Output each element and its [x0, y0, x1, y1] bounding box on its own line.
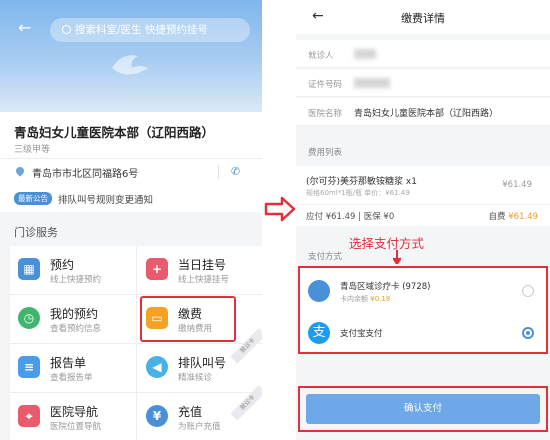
service-subtitle: 线上快捷挂号 — [178, 275, 230, 285]
fee-item-card: (尔可芬)美芬那敏铵糖浆 x1 规格60ml*1瓶/瓶 单价：¥61.49 ¥6… — [296, 166, 550, 226]
balance-value: ¥0.18 — [370, 295, 391, 303]
self-pay: 自费 ¥61.49 — [489, 210, 538, 222]
hospital-logo-icon — [112, 55, 148, 75]
item-name: (尔可芬)美芬那敏铵糖浆 x1 — [306, 177, 417, 187]
payment-detail-screen: ← 缴费详情 就诊人 证件号码 医院名称 青岛妇女儿童医院本部（辽阳西路） 费用… — [296, 0, 550, 440]
clock-icon: ◷ — [18, 307, 40, 329]
service-subtitle: 线上快捷预约 — [50, 275, 102, 285]
location-icon: ⌖ — [18, 405, 40, 427]
location-pin-icon — [14, 165, 26, 177]
id-row: 证件号码 — [296, 69, 550, 97]
service-appointment[interactable]: ▦ 预约 线上快捷预约 — [10, 248, 134, 294]
notice-text: 排队叫号规则变更通知 — [58, 195, 154, 206]
payment-methods-box: 青岛区域诊疗卡 (9728) 卡内余额 ¥0.18 支 支付宝支付 — [298, 266, 548, 354]
hospital-address: 青岛市市北区同福路6号 — [32, 169, 139, 180]
grid-divider — [10, 343, 262, 344]
phone-icon[interactable]: ✆ — [231, 165, 240, 178]
top-bar: ← 缴费详情 — [296, 0, 550, 34]
search-placeholder: 搜索科室/医生 快捷预约挂号 — [75, 24, 208, 36]
alipay-icon: 支 — [308, 322, 330, 344]
card-name: 青岛区域诊疗卡 (9728) — [340, 282, 431, 292]
alipay-name: 支付宝支付 — [340, 329, 383, 339]
recharge-icon: ¥ — [146, 405, 168, 427]
hospital-label: 医院名称 — [308, 109, 343, 119]
down-arrow-icon — [393, 250, 401, 264]
search-icon — [62, 25, 71, 34]
service-my-appointment[interactable]: ◷ 我的预约 查看预约信息 — [10, 297, 134, 343]
card-icon — [308, 280, 330, 302]
page-title: 缴费详情 — [401, 12, 445, 25]
payment-option-card[interactable]: 青岛区域诊疗卡 (9728) 卡内余额 ¥0.18 — [300, 270, 546, 312]
service-title: 充值 — [178, 405, 203, 419]
search-bar[interactable]: 搜索科室/医生 快捷预约挂号 — [50, 18, 250, 42]
service-navigation[interactable]: ⌖ 医院导航 医院位置导航 — [10, 395, 134, 440]
grid-divider — [10, 392, 262, 393]
hero-banner: ← 搜索科室/医生 快捷预约挂号 — [0, 0, 262, 112]
redacted-value — [354, 78, 390, 88]
service-subtitle: 为账户充值 — [178, 422, 221, 432]
calendar-icon: ▦ — [18, 258, 40, 280]
speaker-icon: ◀ — [146, 356, 168, 378]
hospital-name: 青岛妇女儿童医院本部（辽阳西路） — [14, 125, 215, 140]
payment-option-alipay[interactable]: 支 支付宝支付 — [300, 312, 546, 354]
payment-highlight-box — [140, 296, 236, 342]
fee-list-label: 费用列表 — [308, 148, 343, 158]
visitor-label: 就诊人 — [308, 51, 334, 61]
hospital-home-screen: ← 搜索科室/医生 快捷预约挂号 青岛妇女儿童医院本部（辽阳西路） 三级甲等 青… — [0, 0, 262, 440]
confirm-pay-button[interactable]: 确认支付 — [306, 394, 540, 424]
service-grid: ▦ 预约 线上快捷预约 + 当日挂号 线上快捷挂号 ◷ 我的预约 查看预约信息 … — [10, 246, 262, 440]
back-arrow-icon[interactable]: ← — [18, 18, 31, 37]
redacted-value — [354, 49, 376, 59]
notice-badge: 最新公告 — [14, 192, 52, 205]
service-same-day-register[interactable]: + 当日挂号 线上快捷挂号 — [138, 248, 262, 294]
annotation-text: 选择支付方式 — [349, 236, 425, 251]
divider — [296, 204, 550, 205]
section-title: 门诊服务 — [14, 226, 58, 239]
report-icon: ≡ — [18, 356, 40, 378]
balance-label: 卡内余额 — [340, 295, 368, 303]
divider — [218, 165, 219, 179]
service-title: 报告单 — [50, 356, 87, 370]
hospital-value: 青岛妇女儿童医院本部（辽阳西路） — [354, 109, 499, 119]
service-subtitle: 精准候诊 — [178, 373, 213, 383]
service-title: 我的预约 — [50, 307, 99, 321]
card-radio[interactable] — [522, 285, 534, 297]
service-title: 医院导航 — [50, 405, 99, 419]
self-pay-value: ¥61.49 — [508, 212, 538, 222]
plus-icon: + — [146, 258, 168, 280]
grid-divider — [10, 294, 262, 295]
alipay-radio[interactable] — [522, 327, 534, 339]
service-subtitle: 医院位置导航 — [50, 422, 102, 432]
hospital-info-card: 青岛妇女儿童医院本部（辽阳西路） 三级甲等 青岛市市北区同福路6号 ✆ 最新公告… — [0, 112, 262, 212]
service-subtitle: 查看报告单 — [50, 373, 93, 383]
service-title: 排队叫号 — [178, 356, 227, 370]
id-label: 证件号码 — [308, 80, 343, 90]
item-price: ¥61.49 — [502, 180, 532, 190]
notice-row[interactable]: 最新公告 排队叫号规则变更通知 — [0, 188, 262, 210]
service-title: 当日挂号 — [178, 258, 227, 272]
totals-text: 应付 ¥61.49 | 医保 ¥0 — [306, 212, 395, 222]
hospital-row: 医院名称 青岛妇女儿童医院本部（辽阳西路） — [296, 98, 550, 126]
self-pay-label: 自费 — [488, 212, 506, 222]
pay-method-label: 支付方式 — [308, 252, 343, 262]
hospital-level: 三级甲等 — [14, 145, 51, 155]
confirm-highlight-box: 确认支付 — [298, 386, 548, 432]
card-balance: 卡内余额 ¥0.18 — [340, 294, 390, 304]
service-subtitle: 查看预约信息 — [50, 324, 102, 334]
address-row[interactable]: 青岛市市北区同福路6号 ✆ — [0, 158, 262, 184]
service-report[interactable]: ≡ 报告单 查看报告单 — [10, 346, 134, 392]
right-arrow-icon — [264, 196, 296, 222]
visitor-row: 就诊人 — [296, 40, 550, 68]
service-title: 预约 — [50, 258, 75, 272]
item-spec: 规格60ml*1瓶/瓶 单价：¥61.49 — [306, 189, 410, 197]
